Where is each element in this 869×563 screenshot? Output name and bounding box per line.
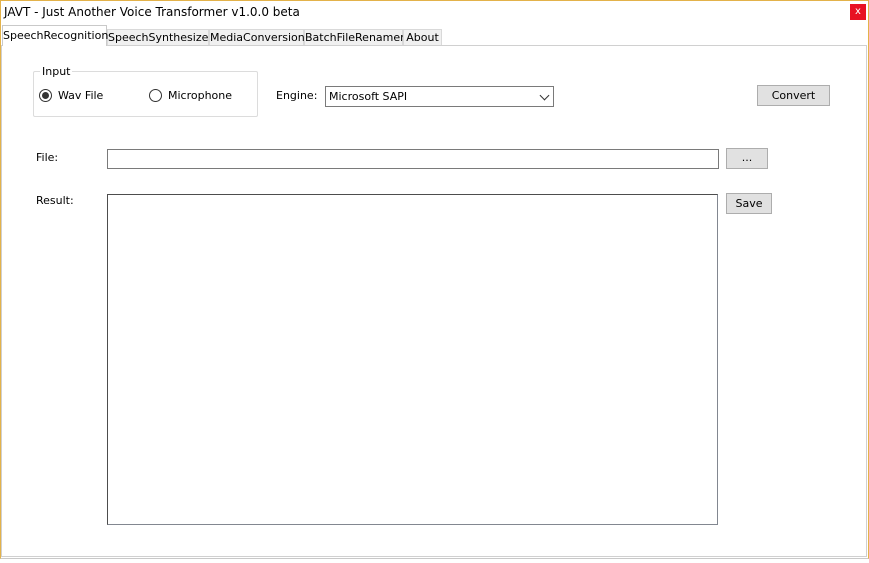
window-title: JAVT - Just Another Voice Transformer v1…: [4, 5, 300, 19]
close-button[interactable]: x: [850, 4, 866, 20]
chevron-down-icon[interactable]: [539, 90, 550, 101]
tab-about[interactable]: About: [403, 29, 442, 46]
microphone-label[interactable]: Microphone: [168, 89, 232, 102]
input-group-legend: Input: [40, 65, 73, 78]
result-label: Result:: [36, 194, 74, 207]
tab-batch-file-renamer[interactable]: BatchFileRenamer: [304, 29, 405, 46]
file-path-input[interactable]: [107, 149, 719, 169]
save-button[interactable]: Save: [726, 193, 772, 214]
tab-speech-synthesizer[interactable]: SpeechSynthesizer: [107, 29, 213, 46]
wav-file-label[interactable]: Wav File: [58, 89, 103, 102]
file-label: File:: [36, 151, 59, 164]
browse-button[interactable]: ...: [726, 148, 768, 169]
engine-selected-value: Microsoft SAPI: [329, 90, 408, 103]
tab-media-conversion[interactable]: MediaConversion: [209, 29, 305, 46]
engine-label: Engine:: [276, 89, 318, 102]
tab-speech-recognition[interactable]: SpeechRecognition: [2, 25, 108, 46]
microphone-radio[interactable]: [149, 89, 162, 102]
result-textarea[interactable]: [107, 194, 718, 525]
engine-select[interactable]: Microsoft SAPI: [325, 86, 554, 107]
title-bar[interactable]: JAVT - Just Another Voice Transformer v1…: [1, 1, 868, 26]
wav-file-radio[interactable]: [39, 89, 52, 102]
convert-button[interactable]: Convert: [757, 85, 830, 106]
